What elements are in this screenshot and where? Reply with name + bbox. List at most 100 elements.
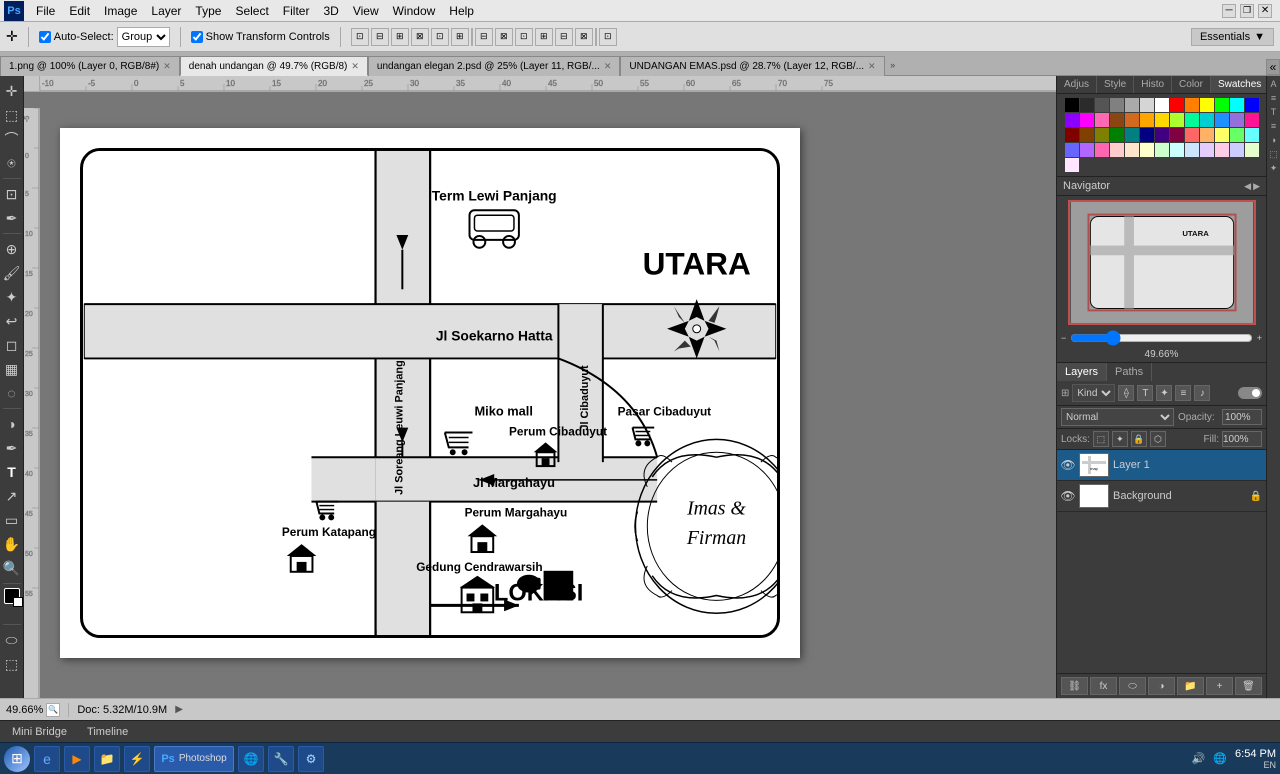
menu-file[interactable]: File [30, 2, 61, 20]
swatch-14[interactable] [1080, 113, 1094, 127]
layer-filter-icon3[interactable]: ✦ [1156, 385, 1172, 401]
swatch-31[interactable] [1140, 128, 1154, 142]
show-transform-checkbox[interactable] [191, 31, 203, 43]
swatch-52[interactable] [1065, 158, 1079, 172]
menu-window[interactable]: Window [387, 2, 442, 20]
navigator-expand-btn[interactable]: ▶ [1253, 181, 1260, 192]
eyedropper-tool[interactable]: ✒ [1, 207, 23, 229]
tab-swatches[interactable]: Swatches [1211, 76, 1269, 93]
swatch-30[interactable] [1125, 128, 1139, 142]
layer-type-filter[interactable]: Kind [1072, 384, 1115, 402]
media-player-icon[interactable]: ▶ [64, 746, 90, 772]
strip-icon-5[interactable]: ◑ [1268, 134, 1280, 146]
swatch-1[interactable] [1080, 98, 1094, 112]
tab-undangan-emas-close[interactable]: ✕ [868, 61, 876, 72]
swatch-34[interactable] [1185, 128, 1199, 142]
clone-stamp-tool[interactable]: ✦ [1, 286, 23, 308]
swatch-22[interactable] [1200, 113, 1214, 127]
healing-tool[interactable]: ⊕ [1, 238, 23, 260]
swatch-2[interactable] [1095, 98, 1109, 112]
foreground-color[interactable] [4, 588, 20, 604]
align-center-h-icon[interactable]: ⊟ [371, 28, 389, 46]
swatch-40[interactable] [1080, 143, 1094, 157]
strip-icon-4[interactable]: ≡ [1268, 120, 1280, 132]
menu-type[interactable]: Type [189, 2, 227, 20]
swatch-11[interactable] [1230, 98, 1244, 112]
layer-style-button[interactable]: fx [1090, 677, 1117, 695]
collapse-right-panel-button[interactable]: « [1266, 59, 1280, 75]
swatch-18[interactable] [1140, 113, 1154, 127]
lock-art-icon[interactable]: ⬡ [1150, 431, 1166, 447]
swatch-45[interactable] [1155, 143, 1169, 157]
swatch-38[interactable] [1245, 128, 1259, 142]
layer-filter-toggle[interactable] [1238, 387, 1262, 399]
swatch-7[interactable] [1170, 98, 1184, 112]
timeline-tab[interactable]: Timeline [83, 724, 132, 740]
align-left-icon[interactable]: ⊡ [351, 28, 369, 46]
extra1-taskbar-icon[interactable]: 🔧 [268, 746, 294, 772]
align-top-icon[interactable]: ⊠ [411, 28, 429, 46]
canvas-scroll[interactable]: Term Lewi Panjang Jl Soekarno Hatta Jl S… [40, 108, 1056, 698]
swatch-3[interactable] [1110, 98, 1124, 112]
eraser-tool[interactable]: ◻ [1, 334, 23, 356]
lasso-tool[interactable]: ⌒ [1, 128, 23, 150]
menu-3d[interactable]: 3D [317, 2, 344, 20]
swatch-47[interactable] [1185, 143, 1199, 157]
tab-undangan-close[interactable]: ✕ [604, 61, 612, 72]
layer-filter-icon4[interactable]: ≡ [1175, 385, 1191, 401]
shape-tool[interactable]: ▭ [1, 509, 23, 531]
lock-all-icon[interactable]: 🔒 [1131, 431, 1147, 447]
tab-layers[interactable]: Layers [1057, 363, 1107, 381]
strip-icon-3[interactable]: T [1268, 106, 1280, 118]
swatch-42[interactable] [1110, 143, 1124, 157]
adjustment-button[interactable]: ◑ [1148, 677, 1175, 695]
swatch-46[interactable] [1170, 143, 1184, 157]
align-bottom-icon[interactable]: ⊞ [451, 28, 469, 46]
swatch-23[interactable] [1215, 113, 1229, 127]
swatch-17[interactable] [1125, 113, 1139, 127]
mini-bridge-tab[interactable]: Mini Bridge [8, 724, 71, 740]
restore-button[interactable]: ❐ [1240, 4, 1254, 18]
auto-select-checkbox[interactable] [39, 31, 51, 43]
tab-1png-close[interactable]: ✕ [163, 61, 171, 72]
brush-tool[interactable]: 🖌 [1, 262, 23, 284]
strip-icon-1[interactable]: A [1268, 78, 1280, 90]
layer-1-visibility-icon[interactable]: 👁 [1061, 458, 1075, 472]
swatch-12[interactable] [1245, 98, 1259, 112]
layer-item-background[interactable]: 👁 Background 🔒 [1057, 481, 1266, 512]
fill-input[interactable] [1222, 431, 1262, 447]
tab-undangan[interactable]: undangan elegan 2.psd @ 25% (Layer 11, R… [368, 56, 620, 76]
menu-image[interactable]: Image [98, 2, 143, 20]
close-button[interactable]: ✕ [1258, 4, 1272, 18]
screen-mode-button[interactable]: ⬚ [1, 653, 23, 675]
tab-1png[interactable]: 1.png @ 100% (Layer 0, RGB/8#) ✕ [0, 56, 180, 76]
ie-taskbar-icon[interactable]: e [34, 746, 60, 772]
arrange-icon[interactable]: ⊡ [599, 28, 617, 46]
lock-position-icon[interactable]: ✦ [1112, 431, 1128, 447]
type-tool[interactable]: T [1, 461, 23, 483]
swatch-35[interactable] [1200, 128, 1214, 142]
swatch-25[interactable] [1245, 113, 1259, 127]
quick-mask-button[interactable]: ⬭ [1, 629, 23, 651]
swatch-39[interactable] [1065, 143, 1079, 157]
swatch-6[interactable] [1155, 98, 1169, 112]
globe-taskbar-icon[interactable]: 🌐 [238, 746, 264, 772]
swatch-19[interactable] [1155, 113, 1169, 127]
swatch-29[interactable] [1110, 128, 1124, 142]
tab-adjustments[interactable]: Adjus [1057, 76, 1097, 93]
layer-filter-icon5[interactable]: ♪ [1194, 385, 1210, 401]
swatch-49[interactable] [1215, 143, 1229, 157]
tab-denah[interactable]: denah undangan @ 49.7% (RGB/8) ✕ [180, 56, 368, 76]
menu-edit[interactable]: Edit [63, 2, 96, 20]
extra2-taskbar-icon[interactable]: ⚙ [298, 746, 324, 772]
tab-style[interactable]: Style [1097, 76, 1134, 93]
swatch-48[interactable] [1200, 143, 1214, 157]
tab-undangan-emas[interactable]: UNDANGAN EMAS.psd @ 28.7% (Layer 12, RGB… [620, 56, 884, 76]
strip-icon-7[interactable]: ✦ [1268, 162, 1280, 174]
menu-layer[interactable]: Layer [145, 2, 187, 20]
distribute-right-icon[interactable]: ⊡ [515, 28, 533, 46]
swatch-44[interactable] [1140, 143, 1154, 157]
distribute-left-icon[interactable]: ⊟ [475, 28, 493, 46]
swatch-21[interactable] [1185, 113, 1199, 127]
swatch-41[interactable] [1095, 143, 1109, 157]
